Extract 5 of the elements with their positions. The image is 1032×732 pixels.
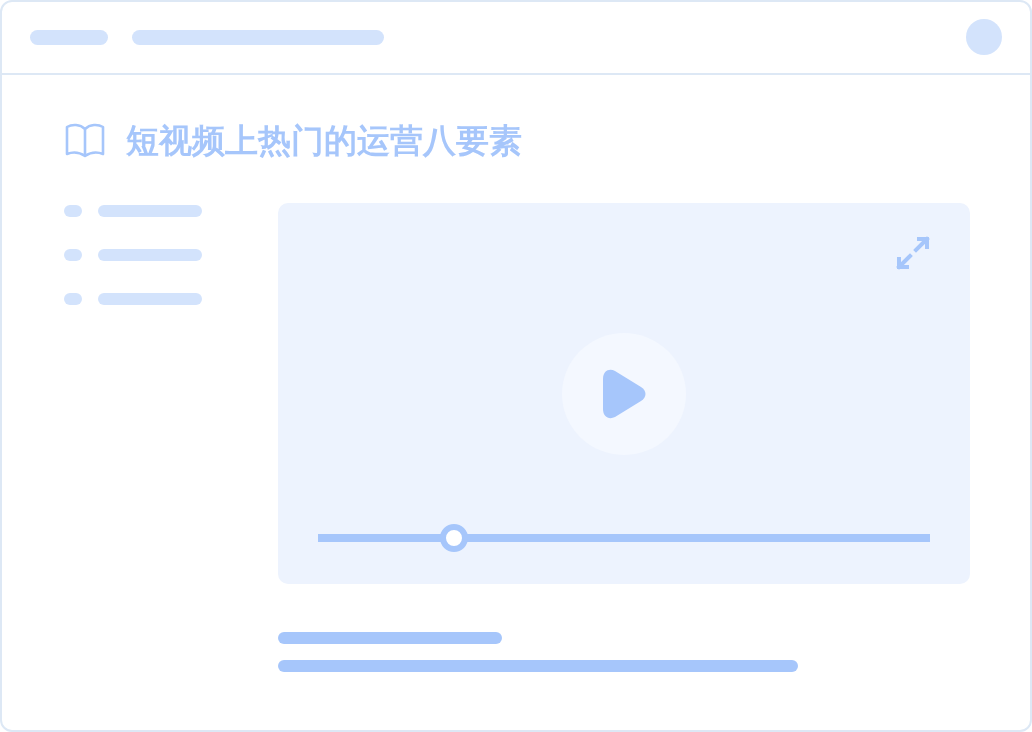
book-icon bbox=[64, 123, 106, 159]
expand-icon[interactable] bbox=[894, 234, 932, 272]
page-title: 短视频上热门的运营八要素 bbox=[126, 120, 522, 162]
play-icon bbox=[601, 369, 647, 419]
avatar[interactable] bbox=[966, 18, 1002, 55]
